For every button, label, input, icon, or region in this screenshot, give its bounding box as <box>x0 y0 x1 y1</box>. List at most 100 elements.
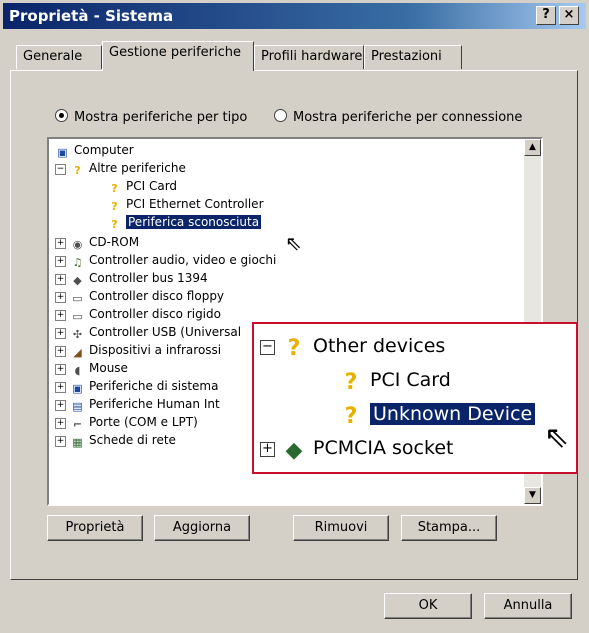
ok-button[interactable]: OK <box>384 593 472 619</box>
tree-item-floppy[interactable]: + ▭ Controller disco floppy <box>55 287 224 305</box>
tree-item-label: Dispositivi a infrarossi <box>89 343 222 357</box>
tree-item-label: CD-ROM <box>89 235 140 249</box>
zoom-inset: −? Other devices ? PCI Card ? Unknown Devic… <box>252 322 578 474</box>
tab-gestione-periferiche[interactable]: Gestione periferiche <box>102 41 254 71</box>
radio-dot-selected <box>55 109 68 122</box>
tree-item-unknown-device[interactable]: ? Periferica sconosciuta <box>107 213 262 231</box>
tree-item-label: Porte (COM e LPT) <box>89 415 198 429</box>
hard-disk-icon: ▭ <box>72 310 83 323</box>
radio-dot <box>274 109 287 122</box>
mouse-pointer-icon: ⇖ <box>285 231 302 255</box>
floppy-icon: ▭ <box>72 292 83 305</box>
hid-icon: ▤ <box>72 400 83 413</box>
question-mark-icon: ? <box>111 218 118 231</box>
tree-item-ports[interactable]: + ⌐ Porte (COM e LPT) <box>55 413 198 431</box>
zoom-row-other-devices: −? Other devices <box>260 332 445 362</box>
question-mark-icon: ? <box>344 370 358 395</box>
mouse-pointer-icon: ⇖ <box>544 420 570 455</box>
question-mark-icon: ? <box>74 164 81 177</box>
tree-item-hard-disk[interactable]: + ▭ Controller disco rigido <box>55 305 221 323</box>
network-card-icon: ▦ <box>72 436 83 449</box>
tree-item-usb[interactable]: + ✣ Controller USB (Universal <box>55 323 241 341</box>
zoom-label: Other devices <box>313 335 446 357</box>
expand-icon: + <box>55 310 66 321</box>
tree-item-label: Periferiche di sistema <box>89 379 219 393</box>
print-button[interactable]: Stampa... <box>401 515 497 541</box>
question-mark-icon: ? <box>111 182 118 195</box>
radio-by-connection-label: Mostra periferiche per connessione <box>293 110 523 125</box>
tree-item-computer[interactable]: ▣ Computer <box>55 141 134 159</box>
expand-icon: + <box>55 274 66 285</box>
tree-item-label: Controller disco rigido <box>89 307 221 321</box>
tab-profili-hardware[interactable]: Profili hardware <box>254 45 364 69</box>
tree-item-bus-1394[interactable]: + ◆ Controller bus 1394 <box>55 269 208 287</box>
tree-item-label: Controller USB (Universal <box>89 325 242 339</box>
tree-item-label: Controller audio, video e giochi <box>89 253 277 267</box>
remove-button[interactable]: Rimuovi <box>293 515 389 541</box>
port-icon: ⌐ <box>72 418 83 431</box>
zoom-label-selected: Unknown Device <box>370 403 536 425</box>
cancel-button[interactable]: Annulla <box>484 593 572 619</box>
collapse-icon: − <box>55 164 66 175</box>
expand-icon: + <box>55 418 66 429</box>
controller-icon: ◆ <box>73 274 82 287</box>
zoom-row-pcmcia: + ◆ PCMCIA socket <box>260 434 453 464</box>
radio-by-type[interactable]: Mostra periferiche per tipo <box>55 109 247 125</box>
expand-icon: + <box>55 382 66 393</box>
radio-by-type-label: Mostra periferiche per tipo <box>74 110 248 125</box>
tree-item-label: PCI Card <box>126 179 178 193</box>
tree-item-label: Altre periferiche <box>89 161 186 175</box>
tree-item-other-devices[interactable]: −? Altre periferiche <box>55 159 186 177</box>
expand-icon: + <box>55 400 66 411</box>
mouse-icon: ◖ <box>74 364 81 377</box>
zoom-row-unknown-device: ? Unknown Device <box>338 400 536 430</box>
tree-item-label: Schede di rete <box>89 433 176 447</box>
help-button[interactable]: ? <box>536 6 556 25</box>
tree-item-label: PCI Ethernet Controller <box>126 197 264 211</box>
cdrom-icon: ◉ <box>72 238 83 251</box>
zoom-row-pci-card: ? PCI Card <box>338 366 451 396</box>
collapse-icon: − <box>260 340 275 355</box>
question-mark-icon: ? <box>111 200 118 213</box>
radio-by-connection[interactable]: Mostra periferiche per connessione <box>274 109 522 125</box>
tree-item-label-selected: Periferica sconosciuta <box>126 215 262 229</box>
tree-item-mouse[interactable]: + ◖ Mouse <box>55 359 128 377</box>
scroll-up-button[interactable]: ▲ <box>524 139 541 156</box>
title-bar[interactable]: Proprietà - Sistema ? × <box>3 3 586 29</box>
tree-item-pci-ethernet[interactable]: ? PCI Ethernet Controller <box>107 195 264 213</box>
expand-icon: + <box>55 364 66 375</box>
tree-item-label: Controller bus 1394 <box>89 271 208 285</box>
tree-item-infrared[interactable]: + ◢ Dispositivi a infrarossi <box>55 341 221 359</box>
tree-item-audio-video[interactable]: + ♫ Controller audio, video e giochi <box>55 251 276 269</box>
system-properties-window: Proprietà - Sistema ? × Generale Gestion… <box>0 0 589 633</box>
tree-item-label: Controller disco floppy <box>89 289 225 303</box>
tree-item-label: Mouse <box>89 361 128 375</box>
zoom-label: PCMCIA socket <box>313 437 454 459</box>
tree-item-cdrom[interactable]: + ◉ CD-ROM <box>55 233 139 251</box>
tree-item-label: Computer <box>74 143 134 157</box>
expand-icon: + <box>55 328 66 339</box>
properties-button[interactable]: Proprietà <box>47 515 143 541</box>
tree-item-pci-card[interactable]: ? PCI Card <box>107 177 177 195</box>
tree-item-hid[interactable]: + ▤ Periferiche Human Int <box>55 395 220 413</box>
expand-icon: + <box>55 436 66 447</box>
window-title: Proprietà - Sistema <box>9 7 174 25</box>
computer-icon: ▣ <box>57 146 68 159</box>
close-button[interactable]: × <box>559 6 579 25</box>
tree-item-label: Periferiche Human Int <box>89 397 220 411</box>
expand-icon: + <box>55 292 66 303</box>
question-mark-icon: ? <box>344 404 358 429</box>
tree-item-system-devices[interactable]: + ▣ Periferiche di sistema <box>55 377 218 395</box>
expand-icon: + <box>55 346 66 357</box>
usb-icon: ✣ <box>72 328 83 341</box>
expand-icon: + <box>55 238 66 249</box>
tab-prestazioni[interactable]: Prestazioni <box>364 45 462 69</box>
tab-generale[interactable]: Generale <box>16 45 102 69</box>
scroll-down-button[interactable]: ▼ <box>524 487 541 504</box>
infrared-icon: ◢ <box>73 346 82 359</box>
tree-item-network[interactable]: + ▦ Schede di rete <box>55 431 176 449</box>
audio-video-icon: ♫ <box>72 256 83 269</box>
zoom-label: PCI Card <box>370 369 451 391</box>
system-device-icon: ▣ <box>72 382 83 395</box>
refresh-button[interactable]: Aggiorna <box>154 515 250 541</box>
